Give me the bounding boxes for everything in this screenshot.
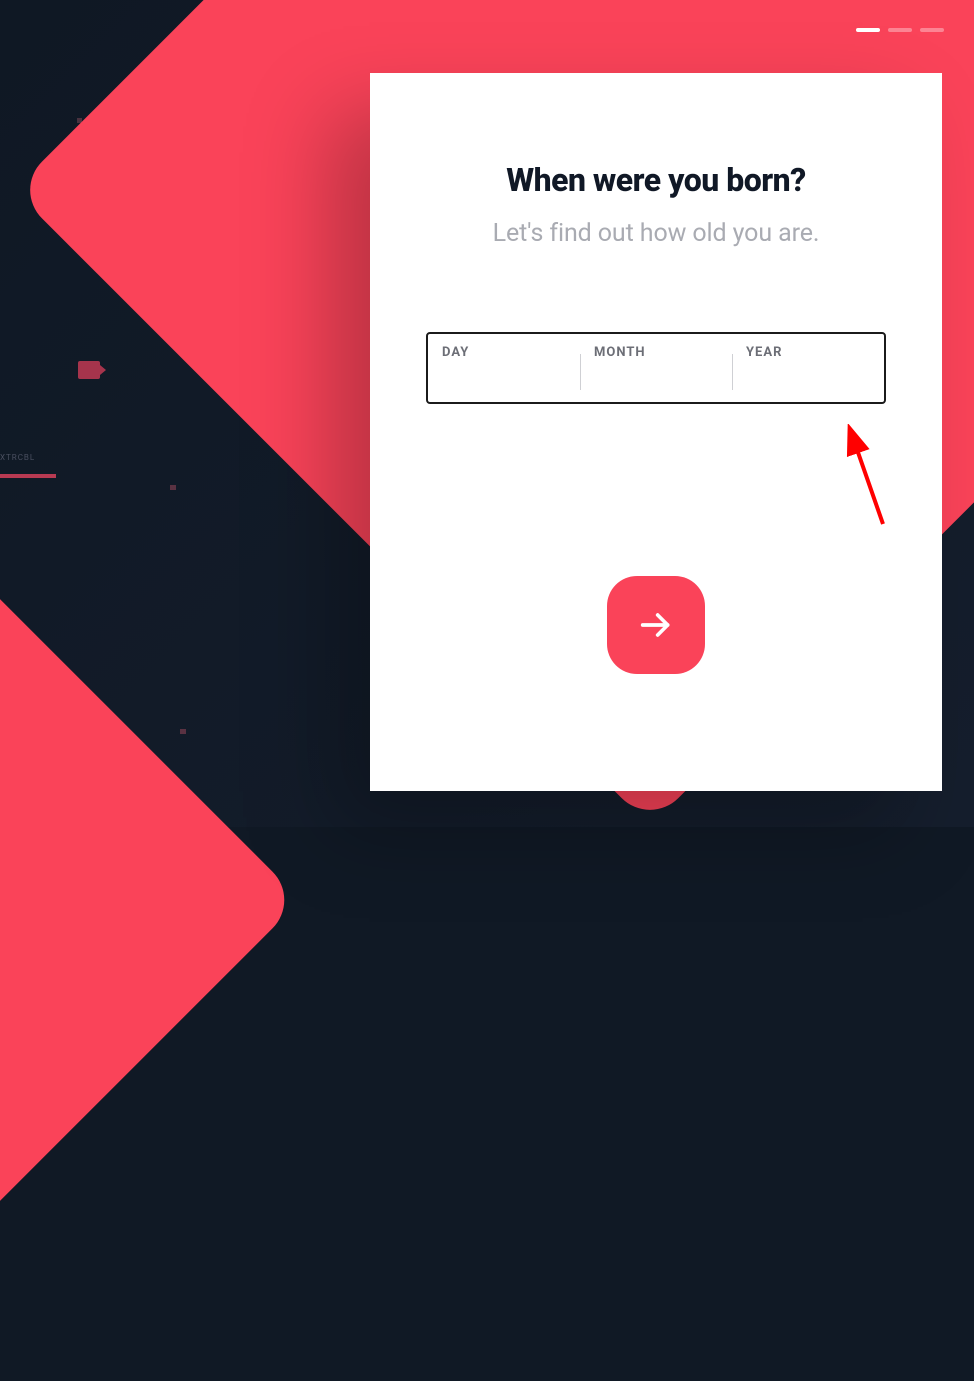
- progress-step: [888, 28, 912, 32]
- decorative-tag: [78, 361, 100, 379]
- decorative-underline: [0, 474, 56, 478]
- card-title: When were you born?: [426, 161, 886, 199]
- month-field[interactable]: MONTH: [580, 334, 732, 402]
- day-field[interactable]: DAY: [428, 334, 580, 402]
- arrow-right-icon: [636, 605, 676, 645]
- decorative-dot: [180, 729, 186, 734]
- day-label: DAY: [442, 345, 469, 360]
- progress-indicator: [856, 28, 944, 32]
- progress-step: [920, 28, 944, 32]
- card-subtitle: Let's find out how old you are.: [426, 219, 886, 248]
- dob-input-group: DAY MONTH YEAR: [426, 332, 886, 404]
- form-card: When were you born? Let's find out how o…: [370, 73, 942, 791]
- month-label: MONTH: [594, 345, 646, 360]
- year-label: YEAR: [746, 345, 782, 360]
- next-button[interactable]: [607, 576, 705, 674]
- progress-step: [856, 28, 880, 32]
- decorative-dot: [170, 485, 176, 490]
- year-field[interactable]: YEAR: [732, 334, 884, 402]
- decorative-text: XTRCBL: [0, 453, 60, 465]
